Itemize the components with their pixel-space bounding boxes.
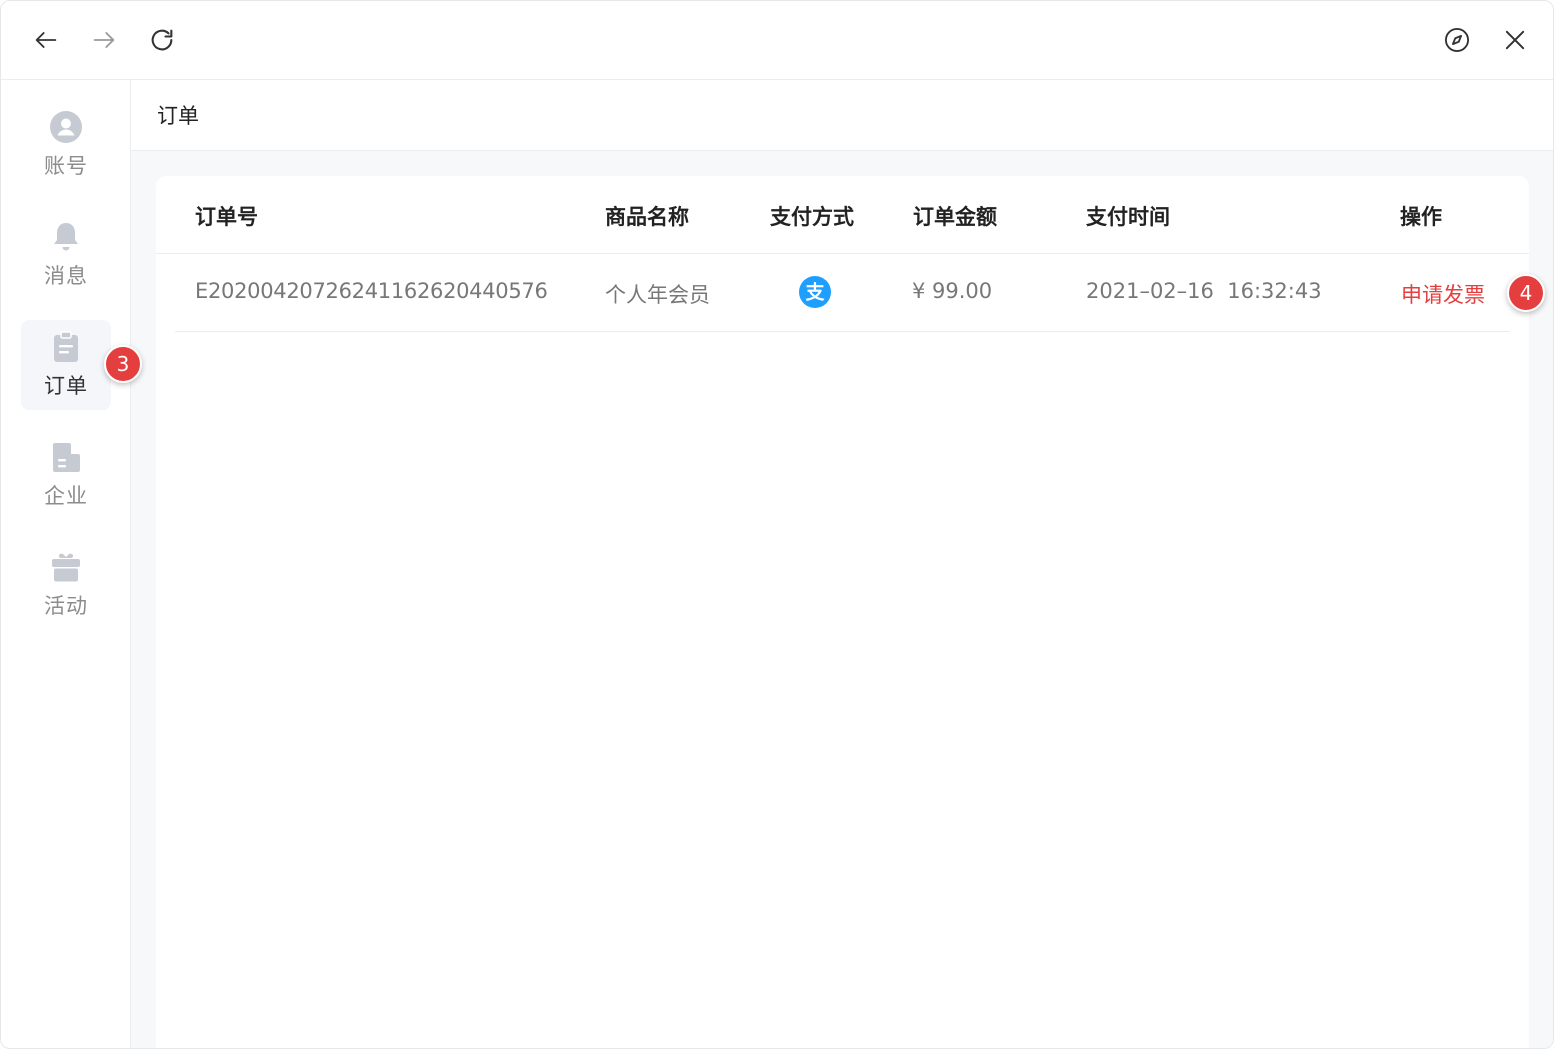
user-icon — [50, 111, 82, 143]
column-header-action: 操作 — [1400, 205, 1442, 229]
main-content: 订单 订单号 商品名称 支付方式 订单金额 支付时间 操作 E202004207… — [131, 80, 1553, 1048]
close-icon — [1505, 30, 1525, 50]
column-header-order-no: 订单号 — [195, 205, 258, 229]
sidebar-item-label: 企业 — [44, 484, 88, 508]
clipboard-icon — [54, 331, 78, 362]
table-header: 订单号 商品名称 支付方式 订单金额 支付时间 操作 — [156, 176, 1529, 254]
sidebar-item-enterprise[interactable]: 企业 — [21, 430, 111, 520]
close-button[interactable] — [1496, 21, 1534, 59]
page-header: 订单 — [131, 80, 1553, 151]
sidebar-item-label: 账号 — [44, 154, 88, 178]
orders-table: 订单号 商品名称 支付方式 订单金额 支付时间 操作 E202004207262… — [156, 176, 1529, 1048]
product-name: 个人年会员 — [605, 283, 710, 307]
app-window: 账号 消息 订单 企业 活动 订单 订单号 商品名称 支付方式 订单金额 支付时… — [0, 0, 1554, 1049]
column-header-amount: 订单金额 — [913, 205, 997, 229]
alipay-icon: 支 — [799, 276, 831, 308]
arrow-left-icon — [35, 32, 57, 48]
titlebar — [1, 1, 1553, 80]
compass-button[interactable] — [1438, 21, 1476, 59]
refresh-icon — [151, 29, 173, 51]
sidebar-item-messages[interactable]: 消息 — [21, 210, 111, 300]
column-header-payment: 支付方式 — [770, 205, 854, 229]
alipay-glyph: 支 — [804, 282, 825, 304]
refresh-button[interactable] — [143, 21, 181, 59]
back-button[interactable] — [27, 21, 65, 59]
table-row: E20200420726241162620440576 个人年会员 支 ¥ 99… — [175, 254, 1510, 332]
step-badge-invoice: 4 — [1507, 274, 1545, 312]
order-number: E20200420726241162620440576 — [195, 279, 548, 303]
step-badge-orders: 3 — [104, 345, 142, 383]
column-header-paid-at: 支付时间 — [1086, 205, 1170, 229]
sidebar-item-label: 消息 — [44, 264, 88, 288]
sidebar-item-label: 订单 — [44, 374, 88, 398]
sidebar-item-orders[interactable]: 订单 — [21, 320, 111, 410]
arrow-right-icon — [93, 32, 115, 48]
order-amount: ¥ 99.00 — [912, 279, 993, 303]
sidebar: 账号 消息 订单 企业 活动 — [1, 80, 131, 1048]
forward-button[interactable] — [85, 21, 123, 59]
column-header-product: 商品名称 — [605, 205, 689, 229]
sidebar-item-activities[interactable]: 活动 — [21, 540, 111, 630]
gift-icon — [52, 553, 80, 582]
sidebar-item-account[interactable]: 账号 — [21, 100, 111, 190]
building-icon — [53, 443, 80, 472]
sidebar-item-label: 活动 — [44, 594, 88, 618]
page-title: 订单 — [157, 104, 199, 128]
bell-icon — [54, 223, 78, 251]
paid-time: 2021–02–16 16:32:43 — [1086, 279, 1322, 303]
request-invoice-link[interactable]: 申请发票 — [1401, 279, 1485, 309]
compass-icon — [1444, 27, 1470, 53]
